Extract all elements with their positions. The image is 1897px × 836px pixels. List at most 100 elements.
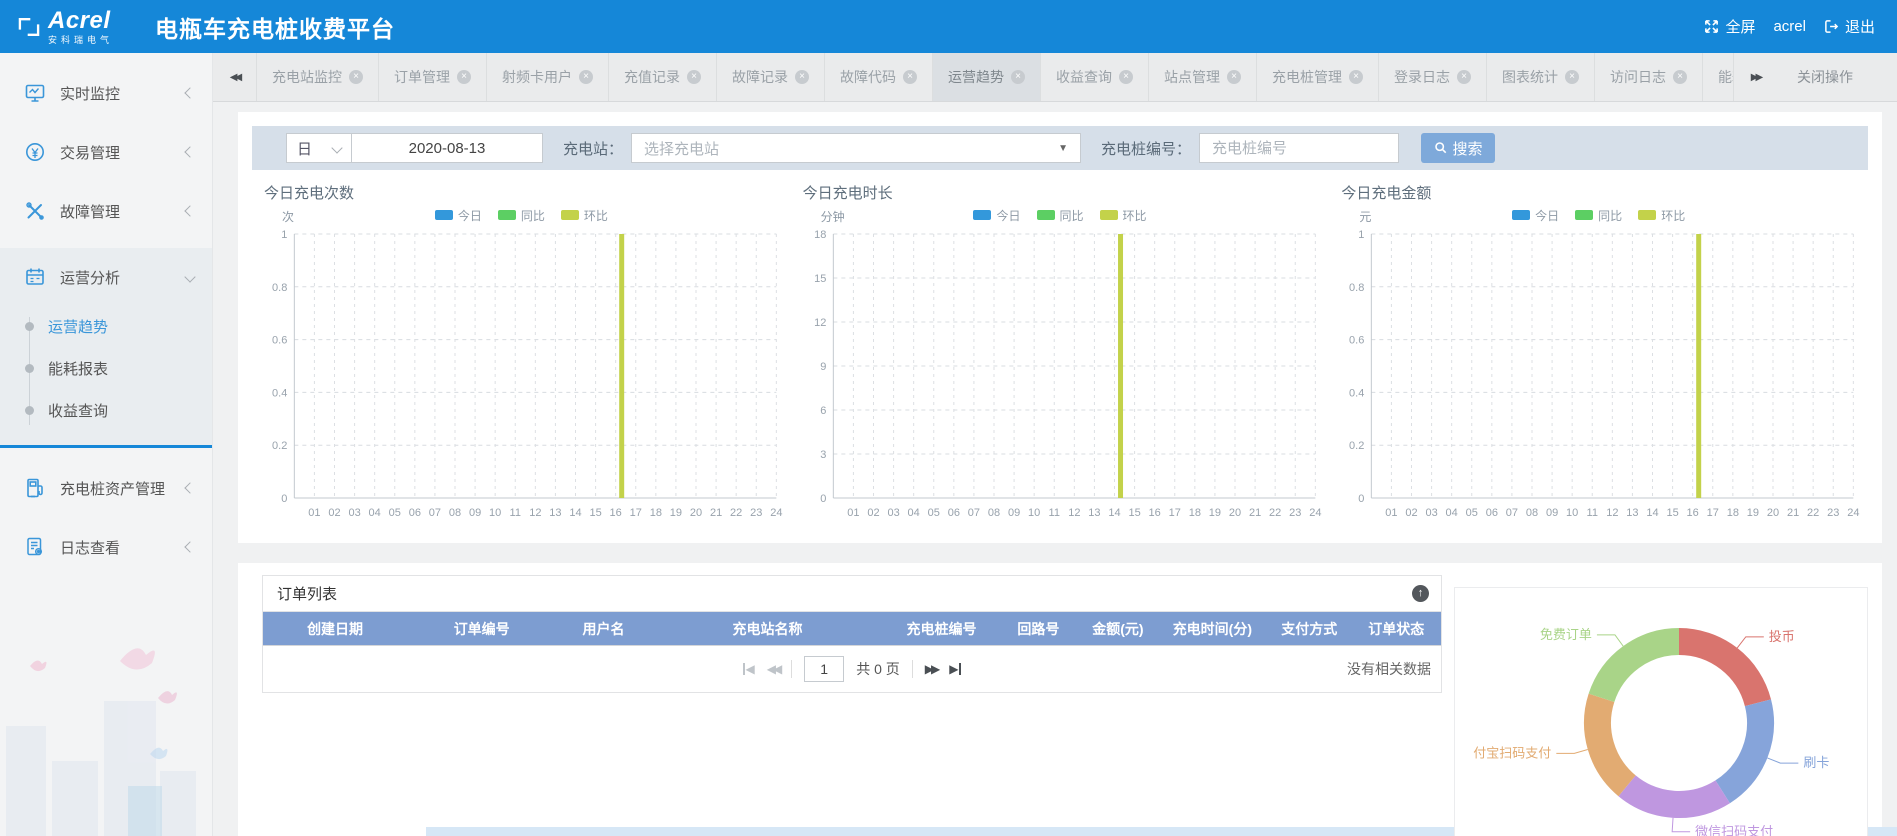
legend-item-同比[interactable]: 同比 (1575, 207, 1622, 224)
tab-close-icon[interactable]: × (579, 70, 593, 84)
legend-item-今日[interactable]: 今日 (435, 207, 482, 224)
order-list-panel: 订单列表 ↑ 创建日期订单编号用户名充电站名称充电桩编号回路号金额(元)充电时间… (262, 575, 1442, 693)
first-page-button[interactable]: ◀ (743, 663, 755, 675)
svg-text:02: 02 (1406, 507, 1418, 519)
last-page-button[interactable]: ▶ (949, 663, 961, 675)
pile-number-label: 充电桩编号： (1101, 138, 1191, 159)
search-icon (1434, 141, 1448, 155)
pie-slice-投币[interactable] (1679, 642, 1758, 703)
tab-运营趋势[interactable]: 运营趋势× (933, 53, 1041, 101)
svg-text:06: 06 (1486, 507, 1498, 519)
sidebar-item-实时监控[interactable]: 实时监控 (0, 71, 212, 115)
chevron-left-icon (184, 205, 195, 216)
tab-充电站监控[interactable]: 充电站监控× (257, 53, 379, 101)
page-number-input[interactable] (804, 656, 844, 682)
pie-slice-付宝扫码支付[interactable] (1598, 698, 1628, 786)
tab-label: 订单管理 (394, 67, 450, 87)
tab-收益查询[interactable]: 收益查询 × (1041, 53, 1149, 101)
svg-text:15: 15 (1128, 507, 1140, 519)
sidebar-item-日志查看[interactable]: 日志查看 (0, 525, 212, 569)
date-input[interactable] (351, 133, 543, 163)
tab-close-icon[interactable]: × (1457, 70, 1471, 84)
tab-close-icon[interactable]: × (1227, 70, 1241, 84)
chevron-left-icon (184, 146, 195, 157)
tab-close-icon[interactable]: × (1119, 70, 1133, 84)
legend-item-环比[interactable]: 环比 (1100, 207, 1147, 224)
sidebar-item-充电桩资产管理[interactable]: 充电桩资产管理 (0, 466, 212, 510)
svg-text:19: 19 (670, 507, 682, 519)
period-select[interactable]: 日 (286, 133, 352, 163)
close-operations-menu[interactable]: 关闭操作 (1777, 53, 1897, 101)
svg-text:08: 08 (988, 507, 1000, 519)
tab-close-icon[interactable]: × (1565, 70, 1579, 84)
pie-slice-刷卡[interactable] (1723, 703, 1761, 792)
svg-text:23: 23 (750, 507, 762, 519)
legend-item-环比[interactable]: 环比 (561, 207, 608, 224)
logo-tagline: 安科瑞电气 (48, 36, 113, 45)
double-chevron-right-icon: ▶▶ (1751, 72, 1760, 83)
legend-item-同比[interactable]: 同比 (1037, 207, 1084, 224)
collapse-up-icon: ↑ (1418, 588, 1424, 599)
next-page-button[interactable]: ▶▶ (925, 663, 937, 675)
tab-射频卡用户[interactable]: 射频卡用户× (487, 53, 609, 101)
pile-number-input[interactable] (1199, 133, 1399, 163)
sidebar-item-运营分析[interactable]: 运营分析 (0, 255, 212, 299)
station-select[interactable]: 选择充电站 ▼ (631, 133, 1081, 163)
tab-故障代码[interactable]: 故障代码× (825, 53, 933, 101)
pie-slice-微信扫码支付[interactable] (1627, 786, 1723, 805)
tab-故障记录[interactable]: 故障记录× (717, 53, 825, 101)
tab-close-icon[interactable]: × (903, 70, 917, 84)
tab-访问日志[interactable]: 访问日志× (1595, 53, 1703, 101)
tab-充电桩管理[interactable]: 充电桩管理× (1257, 53, 1379, 101)
legend-label: 环比 (1661, 207, 1685, 224)
legend-label: 今日 (1535, 207, 1559, 224)
bullet-icon (25, 322, 34, 331)
chevron-left-icon (184, 87, 195, 98)
prev-page-button[interactable]: ◀◀ (767, 663, 779, 675)
svg-text:19: 19 (1208, 507, 1220, 519)
svg-text:02: 02 (867, 507, 879, 519)
pager-divider (791, 660, 792, 678)
tab-站点管理[interactable]: 站点管理× (1149, 53, 1257, 101)
tab-close-icon[interactable]: × (457, 70, 471, 84)
sidebar-subitem-能耗报表[interactable]: 能耗报表 (0, 347, 212, 389)
tab-订单管理[interactable]: 订单管理 × (379, 53, 487, 101)
tab-图表统计[interactable]: 图表统计× (1487, 53, 1595, 101)
tab-close-icon[interactable]: × (1011, 70, 1025, 84)
collapse-panel-button[interactable]: ↑ (1412, 585, 1429, 602)
search-button-label: 搜索 (1453, 138, 1483, 159)
no-data-message: 没有相关数据 (1347, 659, 1431, 679)
svg-text:07: 07 (429, 507, 441, 519)
legend-item-今日[interactable]: 今日 (1512, 207, 1559, 224)
legend-item-环比[interactable]: 环比 (1638, 207, 1685, 224)
column-header-金额(元): 金额(元) (1078, 619, 1158, 639)
svg-text:20: 20 (1229, 507, 1241, 519)
tab-close-icon[interactable]: × (687, 70, 701, 84)
caret-down-icon: ▼ (1058, 143, 1068, 154)
username[interactable]: acrel (1773, 18, 1806, 35)
logout-button[interactable]: 退出 (1824, 16, 1875, 37)
pie-slice-免费订单[interactable] (1601, 642, 1679, 698)
tabs-scroll-left-button[interactable]: ◀◀ (213, 53, 257, 101)
sidebar-item-故障管理[interactable]: 故障管理 (0, 189, 212, 233)
legend-swatch (1638, 210, 1656, 220)
tab-close-icon[interactable]: × (1673, 70, 1687, 84)
sidebar-subitem-收益查询[interactable]: 收益查询 (0, 389, 212, 431)
sidebar-subitem-运营趋势[interactable]: 运营趋势 (0, 305, 212, 347)
tab-label: 收益查询 (1056, 67, 1112, 87)
tab-能耗报表[interactable]: 能耗报表× (1703, 53, 1733, 101)
charging-pile-icon (24, 477, 46, 499)
svg-text:07: 07 (1506, 507, 1518, 519)
legend-item-今日[interactable]: 今日 (973, 207, 1020, 224)
sidebar-item-交易管理[interactable]: 交易管理 (0, 130, 212, 174)
tab-充值记录[interactable]: 充值记录× (609, 53, 717, 101)
tab-close-icon[interactable]: × (1349, 70, 1363, 84)
legend-label: 环比 (584, 207, 608, 224)
tab-close-icon[interactable]: × (795, 70, 809, 84)
legend-item-同比[interactable]: 同比 (498, 207, 545, 224)
tab-登录日志[interactable]: 登录日志× (1379, 53, 1487, 101)
tabs-scroll-right-button[interactable]: ▶▶ (1733, 53, 1777, 101)
fullscreen-button[interactable]: 全屏 (1704, 16, 1755, 37)
tab-close-icon[interactable]: × (349, 70, 363, 84)
search-button[interactable]: 搜索 (1421, 133, 1495, 163)
